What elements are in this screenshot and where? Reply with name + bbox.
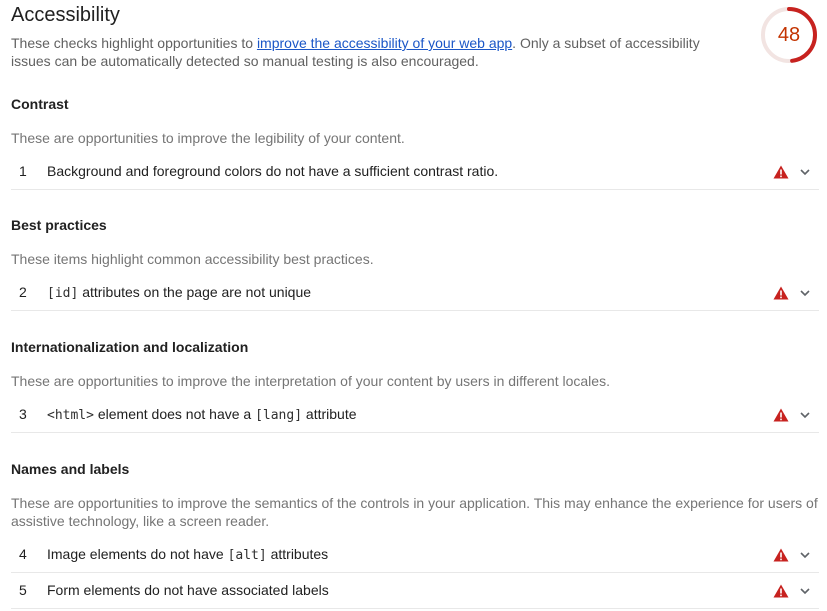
group-title: Best practices — [11, 217, 107, 233]
warning-triangle-icon — [773, 584, 789, 598]
score-value: 48 — [777, 24, 801, 46]
accessibility-learn-more-link[interactable]: improve the accessibility of your web ap… — [257, 35, 512, 51]
chevron-down-icon[interactable] — [798, 584, 812, 598]
group-title: Internationalization and localization — [11, 339, 249, 355]
group-description: These are opportunities to improve the l… — [11, 130, 405, 146]
category-header: Accessibility These checks highlight opp… — [11, 4, 731, 70]
audit-title-text: attribute — [302, 406, 357, 422]
audit-title: <html> element does not have a [lang] at… — [47, 397, 357, 433]
chevron-down-icon[interactable] — [798, 165, 812, 179]
audit-title: Background and foreground colors do not … — [47, 154, 498, 189]
audit-title-code: <html> — [47, 408, 94, 423]
audit-row-form-labels[interactable]: 5 Form elements do not have associated l… — [11, 573, 819, 609]
category-title: Accessibility — [11, 4, 120, 26]
group-title: Names and labels — [11, 461, 130, 477]
group-internationalization: Internationalization and localization Th… — [11, 338, 819, 433]
audit-title-code: [alt] — [227, 548, 267, 563]
group-description: These are opportunities to improve the i… — [11, 373, 610, 389]
chevron-down-icon[interactable] — [798, 548, 812, 562]
warning-triangle-icon — [773, 286, 789, 300]
category-description: These checks highlight opportunities to … — [11, 34, 711, 70]
group-best-practices: Best practices These items highlight com… — [11, 216, 819, 311]
audit-title-text: Form elements do not have associated lab… — [47, 582, 329, 598]
chevron-down-icon[interactable] — [798, 408, 812, 422]
audit-title: Image elements do not have [alt] attribu… — [47, 537, 328, 573]
audit-row-image-alt[interactable]: 4 Image elements do not have [alt] attri… — [11, 537, 819, 573]
group-title: Contrast — [11, 96, 69, 112]
score-gauge[interactable]: 48 — [760, 6, 818, 64]
group-contrast: Contrast These are opportunities to impr… — [11, 95, 819, 190]
warning-triangle-icon — [773, 408, 789, 422]
audit-title-code: [id] — [47, 286, 79, 301]
audit-index: 3 — [19, 406, 27, 422]
audit-title-text: Image elements do not have — [47, 546, 228, 562]
audit-row-html-has-lang[interactable]: 3 <html> element does not have a [lang] … — [11, 397, 819, 433]
audit-title-text: attributes — [266, 546, 329, 562]
warning-triangle-icon — [773, 165, 789, 179]
audit-row-color-contrast[interactable]: 1 Background and foreground colors do no… — [11, 154, 819, 190]
audit-title-text: element does not have a — [93, 406, 256, 422]
group-description: These are opportunities to improve the s… — [11, 495, 818, 529]
audit-title: [id] attributes on the page are not uniq… — [47, 275, 311, 311]
audit-index: 5 — [19, 582, 27, 598]
audit-index: 4 — [19, 546, 27, 562]
audit-index: 2 — [19, 284, 27, 300]
audit-index: 1 — [19, 163, 27, 179]
audit-title-code: [lang] — [255, 408, 303, 423]
group-names-and-labels: Names and labels These are opportunities… — [11, 460, 819, 609]
audit-title-text: attributes on the page are not unique — [78, 284, 312, 300]
audit-row-duplicate-id[interactable]: 2 [id] attributes on the page are not un… — [11, 275, 819, 311]
group-description: These items highlight common accessibili… — [11, 251, 374, 267]
audit-title-text: Background and foreground colors do not … — [47, 163, 499, 179]
audit-title: Form elements do not have associated lab… — [47, 573, 329, 608]
warning-triangle-icon — [773, 548, 789, 562]
chevron-down-icon[interactable] — [798, 286, 812, 300]
description-text-before: These checks highlight opportunities to — [11, 35, 257, 51]
